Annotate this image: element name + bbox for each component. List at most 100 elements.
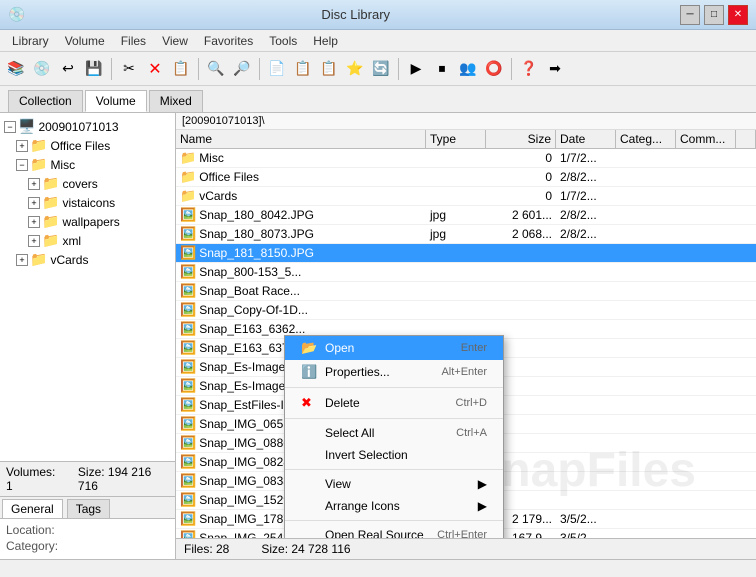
table-row[interactable]: 📁Misc 0 1/7/2... bbox=[176, 149, 756, 168]
menu-favorites[interactable]: Favorites bbox=[196, 32, 261, 50]
tree-item-vcards[interactable]: + 📁 vCards bbox=[4, 250, 171, 269]
tree-expander-wallpapers[interactable]: + bbox=[28, 216, 40, 228]
tree-item-covers[interactable]: + 📁 covers bbox=[4, 174, 171, 193]
tree-item-xml[interactable]: + 📁 xml bbox=[4, 231, 171, 250]
tree-item-office[interactable]: + 📁 Office Files bbox=[4, 136, 171, 155]
file-list[interactable]: Name Type Size Date Categ... Comm... 📁Mi… bbox=[176, 130, 756, 538]
tree-expander-covers[interactable]: + bbox=[28, 178, 40, 190]
ctx-select-all[interactable]: Select All Ctrl+A bbox=[285, 422, 503, 444]
tree-item-wallpapers[interactable]: + 📁 wallpapers bbox=[4, 212, 171, 231]
table-row[interactable]: 🖼️Snap_Boat Race... bbox=[176, 282, 756, 301]
toolbar-users-btn[interactable]: 👥 bbox=[456, 57, 480, 81]
file-cat bbox=[616, 366, 676, 368]
tab-general[interactable]: General bbox=[2, 499, 63, 518]
ctx-open[interactable]: 📂 Open Enter bbox=[285, 336, 503, 360]
tree-item-root[interactable]: − 🖥️ 200901071013 bbox=[4, 117, 171, 136]
tree-label-vcards: vCards bbox=[50, 253, 88, 267]
col-header-cat[interactable]: Categ... bbox=[616, 130, 676, 148]
file-comm bbox=[676, 366, 736, 368]
tree-item-misc[interactable]: − 📁 Misc bbox=[4, 155, 171, 174]
tree-expander-misc[interactable]: − bbox=[16, 159, 28, 171]
menu-view[interactable]: View bbox=[154, 32, 196, 50]
table-row[interactable]: 🖼️Snap_800-153_5... bbox=[176, 263, 756, 282]
toolbar-file-btn[interactable]: 📄 bbox=[265, 57, 289, 81]
file-date bbox=[556, 442, 616, 444]
col-header-type[interactable]: Type bbox=[426, 130, 486, 148]
toolbar-stop2-btn[interactable]: ⏹ bbox=[430, 57, 454, 81]
ctx-separator-3 bbox=[285, 469, 503, 470]
tree-expander-office[interactable]: + bbox=[16, 140, 28, 152]
toolbar-refresh-btn[interactable]: 🔄 bbox=[369, 57, 393, 81]
maximize-button[interactable]: □ bbox=[704, 5, 724, 25]
menu-volume[interactable]: Volume bbox=[57, 32, 113, 50]
file-date bbox=[556, 271, 616, 273]
tab-tags[interactable]: Tags bbox=[67, 499, 110, 518]
toolbar-help-btn[interactable]: ❓ bbox=[517, 57, 541, 81]
toolbar-fav-btn[interactable]: ⭐ bbox=[343, 57, 367, 81]
toolbar-cut-btn[interactable]: ✂ bbox=[117, 57, 141, 81]
toolbar-back-btn[interactable]: ↩ bbox=[56, 57, 80, 81]
file-status-bar: Files: 28 Size: 24 728 116 bbox=[176, 538, 756, 559]
ctx-delete-shortcut: Ctrl+D bbox=[456, 397, 487, 409]
ctx-arrange-icons[interactable]: Arrange Icons ▶ bbox=[285, 495, 503, 517]
toolbar-zoom-btn[interactable]: 🔎 bbox=[230, 57, 254, 81]
toolbar-disc-btn[interactable]: 💿 bbox=[30, 57, 54, 81]
info-panel: General Tags Location: Category: bbox=[0, 496, 175, 559]
file-comm bbox=[676, 423, 736, 425]
tree-expander-xml[interactable]: + bbox=[28, 235, 40, 247]
file-date bbox=[556, 423, 616, 425]
toolbar-play-btn[interactable]: ▶ bbox=[404, 57, 428, 81]
toolbar-next-btn[interactable]: ➡ bbox=[543, 57, 567, 81]
toolbar-save-btn[interactable]: 💾 bbox=[82, 57, 106, 81]
ctx-arrange-label: Arrange Icons bbox=[325, 499, 400, 513]
ctx-open-real-shortcut: Ctrl+Enter bbox=[437, 529, 487, 538]
tab-collection[interactable]: Collection bbox=[8, 90, 83, 112]
col-header-comm[interactable]: Comm... bbox=[676, 130, 736, 148]
table-row[interactable]: 🖼️Snap_180_8073.JPG jpg 2 068... 2/8/2..… bbox=[176, 225, 756, 244]
tree-expander-root[interactable]: − bbox=[4, 121, 16, 133]
table-row[interactable]: 📁Office Files 0 2/8/2... bbox=[176, 168, 756, 187]
col-header-date[interactable]: Date bbox=[556, 130, 616, 148]
table-row[interactable]: 🖼️Snap_Copy-Of-1D... bbox=[176, 301, 756, 320]
toolbar-search-btn[interactable]: 🔍 bbox=[204, 57, 228, 81]
file-type bbox=[426, 271, 486, 273]
close-button[interactable]: ✕ bbox=[728, 5, 748, 25]
menu-files[interactable]: Files bbox=[113, 32, 154, 50]
ctx-properties[interactable]: ℹ️ Properties... Alt+Enter bbox=[285, 360, 503, 384]
tree-item-vistaicons[interactable]: + 📁 vistaicons bbox=[4, 193, 171, 212]
file-cat bbox=[616, 385, 676, 387]
toolbar-copy-btn[interactable]: 📋 bbox=[291, 57, 315, 81]
table-row[interactable]: 📁vCards 0 1/7/2... bbox=[176, 187, 756, 206]
tree-label-vistaicons: vistaicons bbox=[62, 196, 115, 210]
toolbar-separator-1 bbox=[111, 58, 112, 80]
toolbar-circle-btn[interactable]: ⭕ bbox=[482, 57, 506, 81]
table-row[interactable]: 🖼️Snap_181_8150.JPG bbox=[176, 244, 756, 263]
col-header-extra[interactable] bbox=[736, 130, 756, 148]
file-comm bbox=[676, 404, 736, 406]
table-row[interactable]: 🖼️Snap_180_8042.JPG jpg 2 601... 2/8/2..… bbox=[176, 206, 756, 225]
toolbar-add-btn[interactable]: 📋 bbox=[169, 57, 193, 81]
tree-expander-vistaicons[interactable]: + bbox=[28, 197, 40, 209]
toolbar-stop-btn[interactable]: ✕ bbox=[143, 57, 167, 81]
tab-volume[interactable]: Volume bbox=[85, 90, 147, 112]
toolbar-library-btn[interactable]: 📚 bbox=[4, 57, 28, 81]
tree-area[interactable]: − 🖥️ 200901071013 + 📁 Office Files − 📁 M… bbox=[0, 113, 175, 461]
ctx-open-real-source[interactable]: Open Real Source Ctrl+Enter bbox=[285, 524, 503, 538]
file-comm bbox=[676, 157, 736, 159]
toolbar-paste-btn[interactable]: 📋 bbox=[317, 57, 341, 81]
file-name: 📁vCards bbox=[176, 187, 426, 205]
tab-mixed[interactable]: Mixed bbox=[149, 90, 203, 112]
tree-expander-vcards[interactable]: + bbox=[16, 254, 28, 266]
file-comm bbox=[676, 233, 736, 235]
category-label: Category: bbox=[6, 539, 66, 553]
ctx-view[interactable]: View ▶ bbox=[285, 473, 503, 495]
minimize-button[interactable]: ─ bbox=[680, 5, 700, 25]
col-header-size[interactable]: Size bbox=[486, 130, 556, 148]
ctx-invert-selection[interactable]: Invert Selection bbox=[285, 444, 503, 466]
ctx-delete[interactable]: ✖ Delete Ctrl+D bbox=[285, 391, 503, 415]
menu-library[interactable]: Library bbox=[4, 32, 57, 50]
menu-tools[interactable]: Tools bbox=[261, 32, 305, 50]
tree-icon-office: 📁 bbox=[30, 137, 47, 154]
menu-help[interactable]: Help bbox=[305, 32, 346, 50]
col-header-name[interactable]: Name bbox=[176, 130, 426, 148]
